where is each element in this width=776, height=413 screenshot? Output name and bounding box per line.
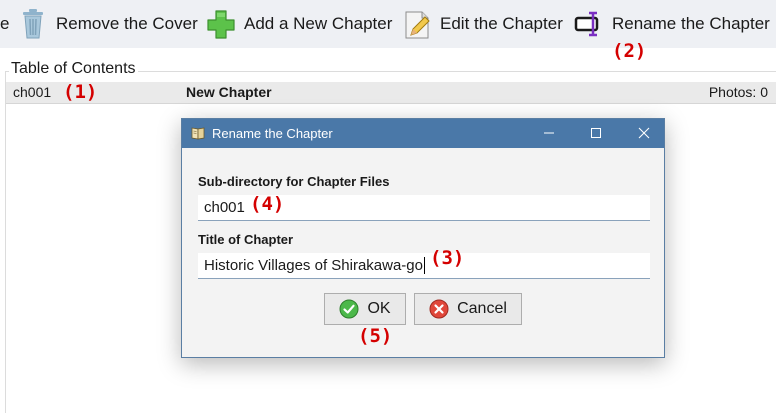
rename-cursor-icon [574, 8, 604, 40]
pencil-paper-icon [402, 8, 432, 40]
dialog-titlebar[interactable]: Rename the Chapter [182, 119, 664, 148]
app-book-icon [190, 125, 206, 141]
rename-chapter-label: Rename the Chapter [612, 14, 770, 33]
subdir-label: Sub-directory for Chapter Files [198, 174, 390, 189]
annotation-2: (2) [612, 40, 647, 62]
ok-label: OK [367, 300, 391, 317]
dialog-title: Rename the Chapter [212, 126, 333, 141]
ok-button[interactable]: OK [324, 293, 406, 325]
row-title: New Chapter [186, 84, 272, 100]
remove-cover-button[interactable]: Remove the Cover [18, 6, 198, 42]
table-row[interactable]: ch001 New Chapter Photos: 0 [6, 82, 776, 104]
toolbar-cut-label[interactable]: e [0, 14, 9, 34]
add-chapter-label: Add a New Chapter [244, 14, 393, 33]
annotation-5: (5) [358, 325, 393, 347]
annotation-1: (1) [63, 81, 98, 103]
edit-chapter-button[interactable]: Edit the Chapter [402, 6, 563, 42]
add-chapter-button[interactable]: Add a New Chapter [206, 6, 392, 42]
close-icon[interactable] [633, 123, 655, 143]
chapter-title-label: Title of Chapter [198, 232, 294, 247]
subdir-value: ch001 [204, 199, 245, 216]
text-caret [424, 257, 425, 274]
green-plus-icon [206, 8, 236, 40]
annotation-3: (3) [430, 247, 465, 269]
minimize-icon[interactable] [538, 123, 560, 143]
remove-cover-label: Remove the Cover [56, 14, 198, 33]
toolbar: e Remove the Cover Add a New Chapter Edi… [0, 0, 776, 48]
chapter-title-value: Historic Villages of Shirakawa-go [204, 257, 423, 274]
rename-dialog: Rename the Chapter Sub-directory for Cha… [181, 118, 665, 358]
check-circle-icon [339, 299, 359, 319]
maximize-icon[interactable] [585, 123, 607, 143]
row-directory: ch001 [13, 84, 52, 100]
cancel-button[interactable]: Cancel [414, 293, 522, 325]
edit-chapter-label: Edit the Chapter [440, 14, 563, 33]
toc-title: Table of Contents [9, 60, 138, 78]
annotation-4: (4) [250, 193, 285, 215]
rename-chapter-button[interactable]: Rename the Chapter [574, 6, 770, 42]
trash-icon [18, 8, 48, 40]
chapter-title-input[interactable]: Historic Villages of Shirakawa-go [198, 253, 650, 279]
cancel-label: Cancel [457, 300, 507, 317]
row-photos: Photos: 0 [708, 84, 768, 100]
cancel-x-icon [429, 299, 449, 319]
